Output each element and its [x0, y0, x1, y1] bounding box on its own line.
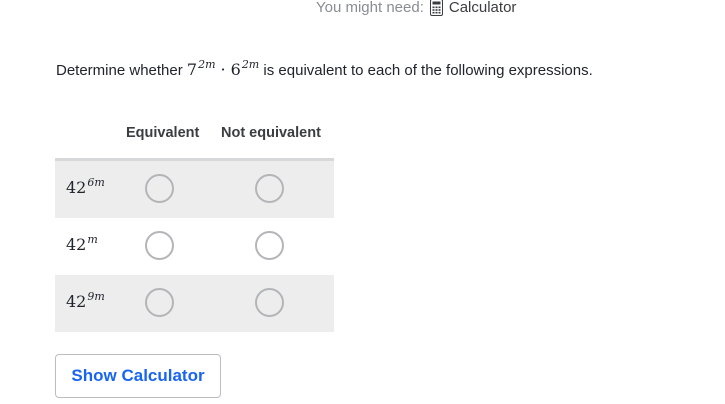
- calculator-link-label[interactable]: Calculator: [449, 0, 517, 16]
- column-header-not-equivalent: Not equivalent: [221, 125, 321, 141]
- radio-equivalent[interactable]: [145, 231, 174, 260]
- grid-row: 429m: [55, 275, 334, 332]
- radio-not-equivalent[interactable]: [255, 288, 284, 317]
- question-suffix: is equivalent to each of the following e…: [263, 62, 593, 79]
- hint-prefix: You might need:: [316, 0, 424, 16]
- show-calculator-button[interactable]: Show Calculator: [55, 354, 221, 398]
- column-header-equivalent: Equivalent: [126, 125, 200, 141]
- grid-header: Equivalent Not equivalent: [55, 120, 334, 161]
- question-expression: 72m · 62m: [186, 58, 260, 79]
- exercise-page: You might need: Calculator Determine whe…: [0, 0, 725, 404]
- grid-row: 42m: [55, 218, 334, 275]
- grid-row: 426m: [55, 161, 334, 218]
- question-prefix: Determine whether: [56, 62, 183, 79]
- row-expression: 429m: [66, 290, 105, 311]
- radio-not-equivalent[interactable]: [255, 174, 284, 203]
- calculator-icon: [429, 0, 443, 16]
- radio-not-equivalent[interactable]: [255, 231, 284, 260]
- radio-equivalent[interactable]: [145, 288, 174, 317]
- row-expression: 426m: [66, 176, 105, 197]
- radio-equivalent[interactable]: [145, 174, 174, 203]
- question-prompt: Determine whether 72m · 62m is equivalent …: [56, 58, 593, 79]
- tools-hint: You might need: Calculator: [316, 0, 516, 16]
- row-expression: 42m: [66, 233, 98, 254]
- choice-grid: Equivalent Not equivalent 426m 42m 429m: [55, 120, 334, 332]
- calculator-link[interactable]: Calculator: [424, 0, 517, 16]
